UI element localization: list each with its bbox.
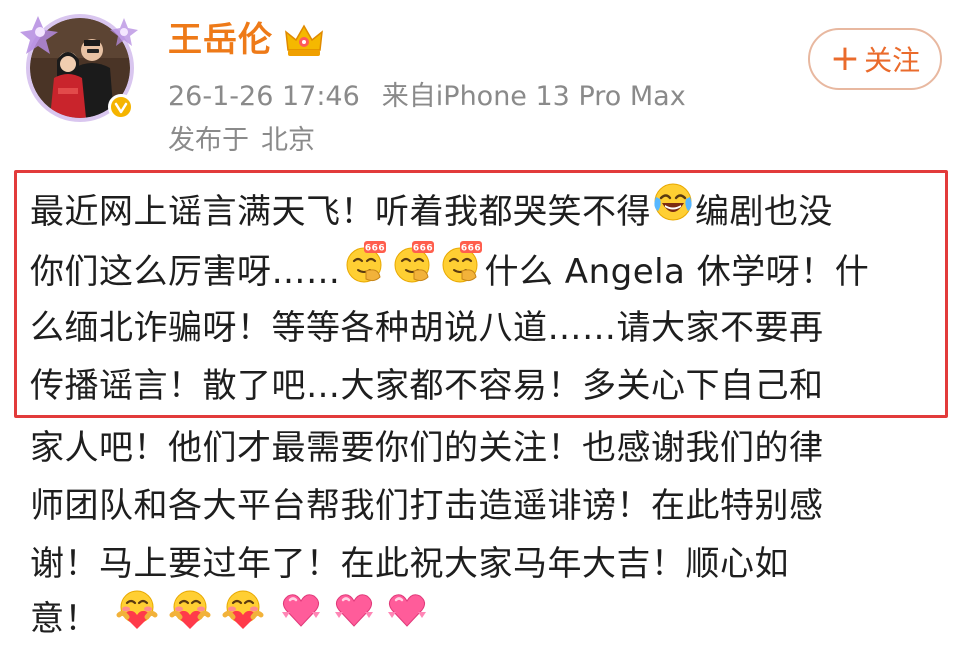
thumbs-666-emoji-icon: 666: [342, 239, 388, 302]
location-name: 北京: [261, 125, 315, 156]
pink-heart-ribbon-emoji-icon: [333, 588, 375, 646]
pink-heart-ribbon-emoji-icon: [386, 588, 428, 646]
post-text-segment: 你们这么厉害呀……: [30, 252, 341, 292]
post-text-line-6: 师团队和各大平台帮我们打击造遥诽谤！在此特别感: [30, 478, 824, 534]
user-name[interactable]: 王岳伦: [168, 20, 273, 60]
laughing-crying-emoji-icon: [652, 181, 694, 240]
post-text-line-7: 谢！马上要过年了！在此祝大家马年大吉！顺心如: [30, 536, 789, 592]
post-text-segment: 编剧也没: [695, 192, 833, 232]
follow-button[interactable]: + 关注: [808, 28, 942, 90]
post-text-line-2: 你们这么厉害呀…… 666 666 666 什么 Angela 休学呀！什: [30, 239, 870, 305]
location-prefix: 发布于: [168, 125, 249, 156]
post-text-segment: 最近网上谣言满天飞！听着我都哭笑不得: [30, 192, 651, 232]
post-text-line-8: 意！: [30, 590, 429, 646]
post-text-segment: 什么 Angela 休学呀！什: [484, 252, 870, 292]
post-text-segment: 师团队和各大平台帮我们打击造遥诽谤！在此特别感: [30, 486, 824, 526]
verified-badge-icon: [108, 94, 134, 120]
hug-heart-emoji-icon: [168, 587, 212, 646]
post-text-segment: 谢！马上要过年了！在此祝大家马年大吉！顺心如: [30, 544, 789, 584]
weibo-post: 王岳伦 26-1-26 17:46 来自iPhone 13 Pro Max 发布于…: [0, 0, 960, 646]
plus-icon: +: [829, 38, 861, 79]
emoji-666-text: 666: [460, 244, 480, 254]
post-text-segment: 意！: [30, 599, 99, 639]
thumbs-666-emoji-icon: 666: [390, 239, 436, 302]
pink-heart-ribbon-emoji-icon: [280, 588, 322, 646]
post-text-line-3: 么缅北诈骗呀！等等各种胡说八道……请大家不要再: [30, 300, 824, 356]
post-text-line-4: 传播谣言！散了吧…大家都不容易！多关心下自己和: [30, 358, 824, 414]
emoji-666-text: 666: [412, 244, 432, 254]
emoji-666-text: 666: [364, 244, 384, 254]
post-timestamp: 26-1-26 17:46: [168, 81, 360, 112]
hug-heart-emoji-icon: [115, 587, 159, 646]
post-source[interactable]: 来自iPhone 13 Pro Max: [382, 81, 686, 112]
post-location: 发布于 北京: [168, 124, 315, 158]
post-text-segment: 传播谣言！散了吧…大家都不容易！多关心下自己和: [30, 366, 824, 406]
post-meta: 26-1-26 17:46 来自iPhone 13 Pro Max: [168, 80, 686, 114]
avatar[interactable]: [20, 6, 138, 124]
follow-label: 关注: [864, 44, 921, 77]
thumbs-666-emoji-icon: 666: [438, 239, 484, 302]
post-text-segment: 家人吧！他们才最需要你们的关注！也感谢我们的律: [30, 428, 824, 468]
post-text-segment: 么缅北诈骗呀！等等各种胡说八道……请大家不要再: [30, 308, 824, 348]
crown-icon: [285, 24, 323, 56]
post-text-line-1: 最近网上谣言满天飞！听着我都哭笑不得 编剧也没: [30, 181, 833, 243]
hug-heart-emoji-icon: [221, 587, 265, 646]
post-text-line-5: 家人吧！他们才最需要你们的关注！也感谢我们的律: [30, 420, 824, 476]
